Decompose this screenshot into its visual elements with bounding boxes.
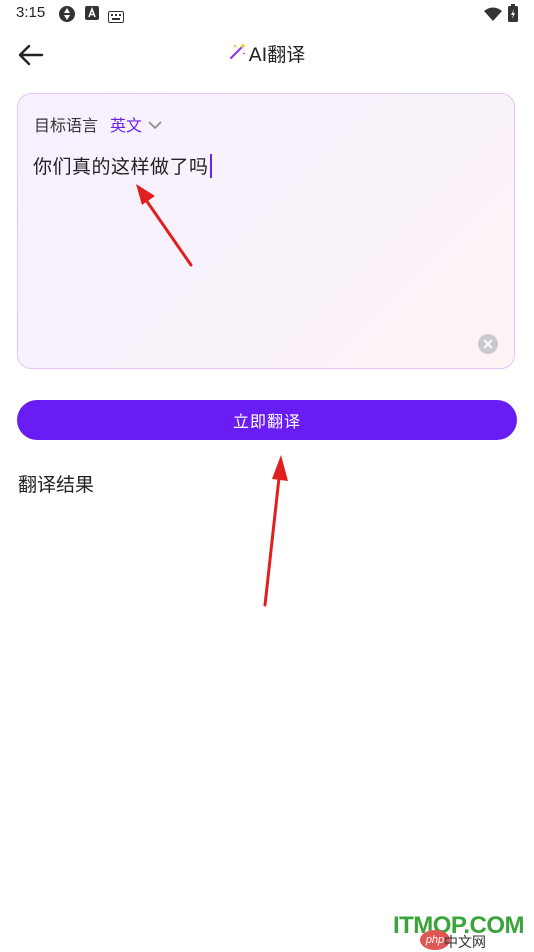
source-text: 你们真的这样做了吗 xyxy=(33,156,209,178)
target-language-label: 目标语言 xyxy=(34,116,99,135)
clear-button[interactable] xyxy=(478,334,498,354)
magic-wand-icon xyxy=(229,42,247,65)
target-language-select[interactable]: 英文 xyxy=(110,112,162,136)
page-title-bar: AI翻译 xyxy=(0,40,534,67)
source-text-input[interactable]: 你们真的这样做了吗 xyxy=(33,152,212,179)
font-a-icon xyxy=(84,5,100,25)
sync-icon xyxy=(58,5,76,27)
wifi-icon xyxy=(484,6,502,25)
translation-result-label: 翻译结果 xyxy=(18,474,95,496)
clear-icon xyxy=(483,339,493,349)
chevron-down-icon xyxy=(148,115,162,134)
translate-now-label: 立即翻译 xyxy=(232,412,301,431)
watermark: ITMOP.COM php 中文网 xyxy=(376,912,534,951)
annotation-arrow-button xyxy=(263,455,288,607)
battery-icon xyxy=(508,4,518,26)
status-time: 3:15 xyxy=(16,4,46,21)
input-card: 目标语言 英文 你们真的这样做了吗 xyxy=(17,93,515,369)
keyboard-icon xyxy=(108,8,124,27)
status-bar: 3:15 xyxy=(0,0,534,28)
watermark-sub: 中文网 xyxy=(444,935,486,951)
text-cursor xyxy=(209,154,212,178)
page-title: AI翻译 xyxy=(248,44,306,66)
target-language-row: 目标语言 英文 xyxy=(34,112,162,136)
translate-now-button[interactable]: 立即翻译 xyxy=(17,400,517,440)
target-language-value: 英文 xyxy=(110,116,143,135)
